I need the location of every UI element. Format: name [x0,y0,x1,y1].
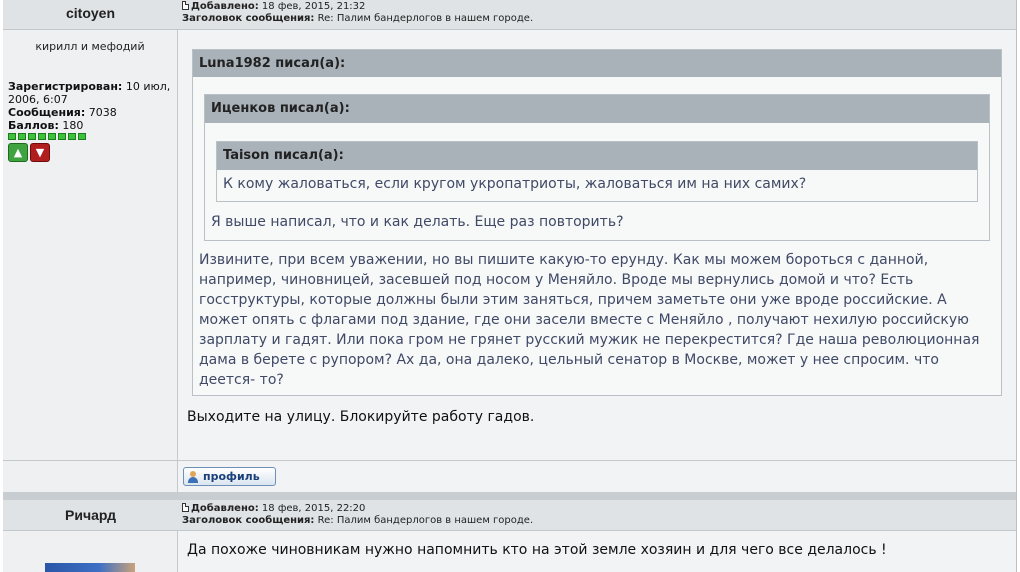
thumbs-up-icon[interactable]: ▲ [8,143,28,162]
post1-added-value: 18 фев, 2015, 21:32 [261,1,366,12]
post1-message-text: Выходите на улицу. Блокируйте работу гад… [187,409,535,425]
post2-body: Да похоже чиновникам нужно напомнить кто… [178,531,1016,572]
post2-author-name[interactable]: Ричард [3,507,178,523]
post1-profile-column: кирилл и мефодий Зарегистрирован: 10 июл… [3,30,178,460]
post2-meta: Добавлено: 18 фев, 2015, 22:20 Заголовок… [182,503,533,527]
post2-added-label: Добавлено: [191,503,259,514]
quote-icenkov-text: Я выше написал, что и как делать. Еще ра… [211,214,624,230]
quote-taison-text: К кому жаловаться, если кругом укропатри… [223,176,807,192]
post1-footer-right: профиль [178,461,1016,492]
post1-posts-value: 7038 [88,106,117,119]
profile-button[interactable]: профиль [183,467,276,486]
post1-added-label: Добавлено: [191,1,259,12]
post-link-icon[interactable] [182,1,189,10]
thumbs-down-icon[interactable]: ▼ [30,143,50,162]
quote-luna1982: Luna1982 писал(а): Иценков писал(а): Tai… [192,49,1002,396]
post1-posts-label: Сообщения: [8,106,86,119]
post1-footer-left [3,461,178,492]
post1-rank: кирилл и мефодий [35,40,145,53]
post1-points-label: Баллов: [8,119,59,132]
quote-icenkov: Иценков писал(а): Taison писал(а): К ком… [204,94,990,241]
post1-points-value: 180 [62,119,84,132]
post1-subject-label: Заголовок сообщения: [182,13,315,24]
post1-subject-value: Re: Палим бандерлогов в нашем городе. [317,13,534,24]
post2-profile-column [3,531,178,572]
quote-luna1982-text: Извините, при всем уважении, но вы пишит… [199,252,980,388]
rating-pip [68,133,76,140]
post1-body: Luna1982 писал(а): Иценков писал(а): Tai… [178,30,1016,460]
quote-taison-header: Taison писал(а): [217,142,977,170]
rating-pip [28,133,36,140]
post2-meta-header: Добавлено: 18 фев, 2015, 22:20 Заголовок… [178,500,1016,531]
profile-button-label: профиль [203,470,260,483]
post2-subject-value: Re: Палим бандерлогов в нашем городе. [317,515,534,526]
quote-taison: Taison писал(а): К кому жаловаться, если… [216,141,978,202]
quote-luna1982-header: Luna1982 писал(а): [193,50,1001,77]
rating-pip [78,133,86,140]
quote-icenkov-header: Иценков писал(а): [205,95,989,123]
rating-pip [8,133,16,140]
avatar [45,563,135,572]
post1-author-name[interactable]: citoyen [3,5,178,21]
post1-meta-header: Добавлено: 18 фев, 2015, 21:32 Заголовок… [178,0,1016,30]
post1-author-header: citoyen [3,0,178,30]
post1-meta: Добавлено: 18 фев, 2015, 21:32 Заголовок… [182,1,533,25]
post2-subject-label: Заголовок сообщения: [182,515,315,526]
rating-pip [48,133,56,140]
post1-profile-info: Зарегистрирован: 10 июл, 2006, 6:07 Сооб… [8,80,174,162]
post2-author-header: Ричард [3,500,178,531]
post-separator [3,492,1016,500]
rating-pip [18,133,26,140]
post1-registered-label: Зарегистрирован: [8,80,123,93]
rating-pip [38,133,46,140]
rating-pip [58,133,66,140]
forum-topic-view: citoyen Добавлено: 18 фев, 2015, 21:32 З… [3,0,1017,572]
post-link-icon[interactable] [182,503,189,512]
user-profile-icon [187,470,199,483]
post2-message-text: Да похоже чиновникам нужно напомнить кто… [187,542,887,558]
post1-rating-bar [8,133,174,140]
post2-added-value: 18 фев, 2015, 22:20 [261,503,366,514]
